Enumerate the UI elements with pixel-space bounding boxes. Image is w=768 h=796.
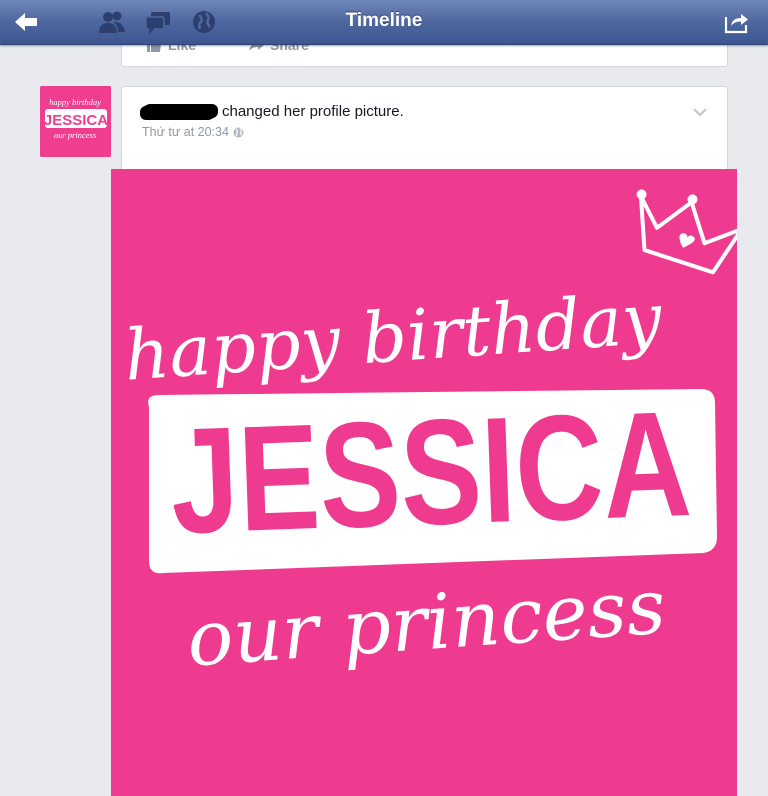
avatar-line3: our princess	[54, 130, 97, 140]
redacted-author-name[interactable]	[142, 104, 216, 119]
birthday-graphic: happy birthday JESSICA our princess	[111, 169, 737, 796]
share-icon[interactable]	[723, 9, 751, 35]
avatar-name: JESSICA	[44, 112, 108, 129]
post-headline: changed her profile picture.	[142, 103, 404, 120]
avatar[interactable]: happy birthday JESSICA our princess	[40, 86, 111, 157]
post-timestamp[interactable]: Thứ tư at 20:34	[142, 125, 229, 139]
post-meta: Thứ tư at 20:34	[142, 125, 244, 139]
post-action-text: changed her profile picture.	[222, 103, 404, 120]
page-title: Timeline	[345, 10, 423, 31]
profile-photo[interactable]: happy birthday JESSICA our princess	[111, 169, 737, 796]
post-card: changed her profile picture. Thứ tư at 2…	[121, 86, 728, 172]
chevron-down-icon[interactable]	[693, 107, 707, 117]
privacy-globe-icon[interactable]	[233, 127, 244, 138]
top-navigation-bar: Timeline	[0, 0, 768, 45]
photo-name: JESSICA	[168, 379, 694, 565]
avatar-image: happy birthday JESSICA our princess	[40, 86, 111, 157]
avatar-line1: happy birthday	[49, 97, 101, 107]
